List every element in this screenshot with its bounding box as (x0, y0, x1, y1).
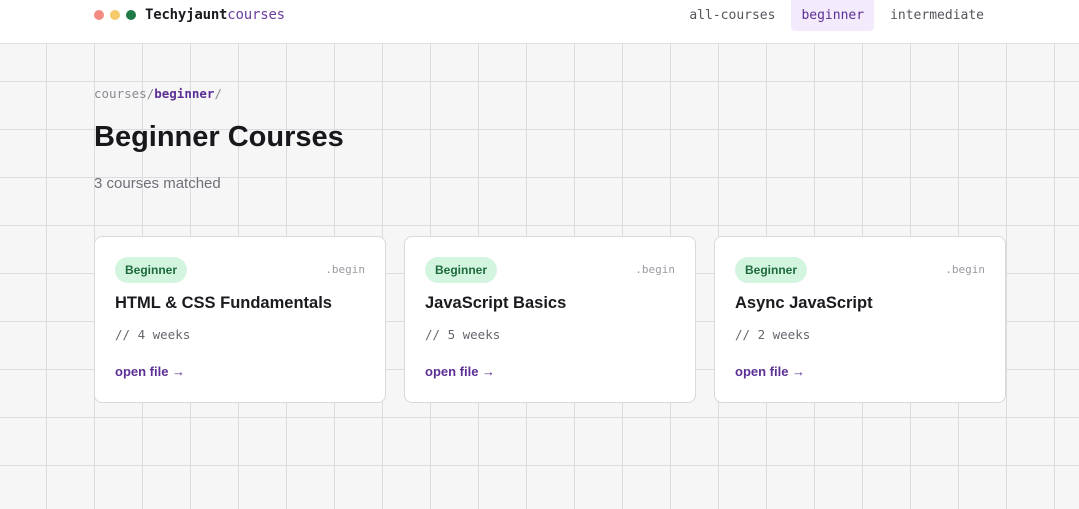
open-file-link[interactable]: open file → (115, 364, 185, 379)
course-tag: .begin (945, 263, 985, 276)
breadcrumb-current: beginner (154, 86, 215, 101)
breadcrumb: courses/beginner/ (94, 86, 222, 101)
green-dot-icon (126, 10, 136, 20)
main-nav: all-courses beginner intermediate (673, 0, 994, 31)
course-duration: // 5 weeks (425, 327, 501, 342)
level-badge: Beginner (735, 257, 808, 283)
yellow-dot-icon (110, 10, 120, 20)
nav-item-beginner[interactable]: beginner (791, 0, 875, 31)
top-bar: Techyjauntcourses all-courses beginner i… (0, 0, 1079, 44)
level-badge: Beginner (115, 257, 188, 283)
open-file-link[interactable]: open file → (425, 364, 495, 379)
results-count: 3 courses matched (94, 175, 221, 192)
red-dot-icon (94, 10, 104, 20)
nav-item-all-courses[interactable]: all-courses (679, 0, 785, 31)
nav-item-intermediate[interactable]: intermediate (880, 0, 994, 31)
course-tag: .begin (325, 263, 365, 276)
breadcrumb-root[interactable]: courses (94, 86, 147, 101)
course-card[interactable]: Beginner .begin Async JavaScript // 2 we… (714, 236, 1006, 403)
course-title: HTML & CSS Fundamentals (115, 294, 332, 312)
brand-accent: courses (227, 7, 285, 23)
breadcrumb-trailing: / (214, 86, 222, 101)
brand-name: Techyjauntcourses (145, 7, 285, 23)
course-title: JavaScript Basics (425, 294, 567, 312)
page-title: Beginner Courses (94, 121, 344, 153)
course-grid: Beginner .begin HTML & CSS Fundamentals … (94, 236, 1024, 403)
course-tag: .begin (635, 263, 675, 276)
course-duration: // 2 weeks (735, 327, 811, 342)
course-title: Async JavaScript (735, 294, 873, 312)
open-file-link[interactable]: open file → (735, 364, 805, 379)
level-badge: Beginner (425, 257, 498, 283)
course-card[interactable]: Beginner .begin JavaScript Basics // 5 w… (404, 236, 696, 403)
course-card[interactable]: Beginner .begin HTML & CSS Fundamentals … (94, 236, 386, 403)
brand[interactable]: Techyjauntcourses (94, 0, 285, 30)
course-duration: // 4 weeks (115, 327, 191, 342)
